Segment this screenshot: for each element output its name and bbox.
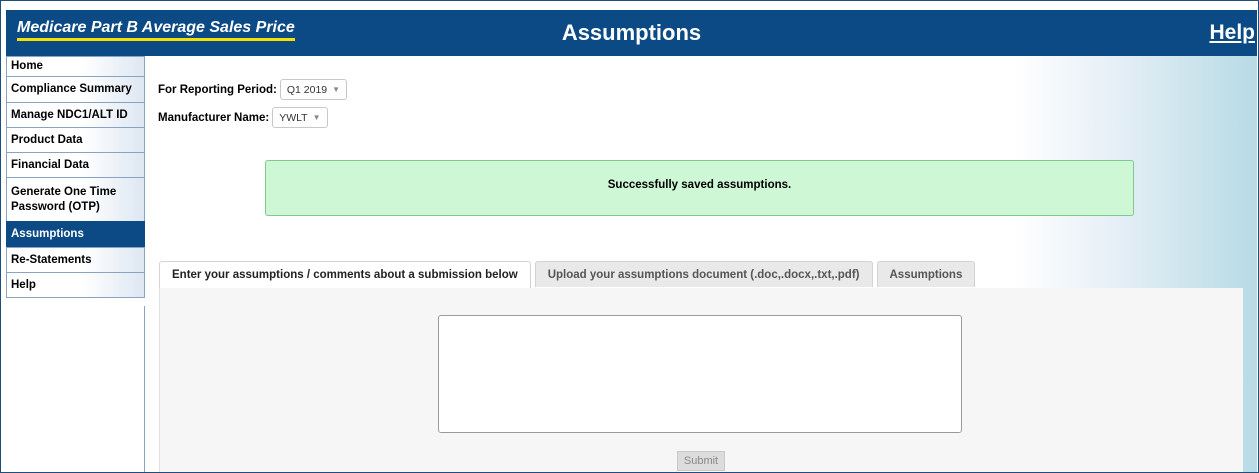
tab-enter-assumptions[interactable]: Enter your assumptions / comments about … xyxy=(159,261,531,288)
sidebar-background xyxy=(6,306,145,472)
page-title: Assumptions xyxy=(561,20,702,45)
reporting-period-select[interactable]: Q1 2019 ▼ xyxy=(279,79,348,100)
reporting-period-label: For Reporting Period: xyxy=(158,83,277,96)
sidebar-item-financial-data[interactable]: Financial Data xyxy=(6,152,145,178)
tab-assumptions[interactable]: Assumptions xyxy=(876,261,976,287)
sidebar-item-home[interactable]: Home xyxy=(6,56,145,77)
chevron-down-icon: ▼ xyxy=(332,85,341,94)
sidebar-item-help[interactable]: Help xyxy=(6,272,145,298)
assumptions-textarea[interactable] xyxy=(438,315,962,433)
submit-button[interactable]: Submit xyxy=(677,451,725,471)
sidebar-item-assumptions[interactable]: Assumptions xyxy=(6,221,145,248)
main-content: For Reporting Period: Q1 2019 ▼ Manufact… xyxy=(146,56,1257,472)
manufacturer-select[interactable]: YWLT ▼ xyxy=(272,107,328,128)
sidebar-nav: Home Compliance Summary Manage NDC1/ALT … xyxy=(6,56,145,298)
tab-upload-document[interactable]: Upload your assumptions document (.doc,.… xyxy=(534,261,873,287)
success-message: Successfully saved assumptions. xyxy=(607,179,792,191)
sidebar-item-product-data[interactable]: Product Data xyxy=(6,127,145,153)
success-alert: Successfully saved assumptions. xyxy=(265,160,1134,216)
app-header: Medicare Part B Average Sales Price Assu… xyxy=(6,10,1257,56)
sidebar-item-generate-otp[interactable]: Generate One Time Password (OTP) xyxy=(6,177,145,222)
chevron-down-icon: ▼ xyxy=(312,113,321,122)
tab-panel: Submit xyxy=(159,288,1243,472)
manufacturer-row: Manufacturer Name: YWLT ▼ xyxy=(158,107,328,128)
manufacturer-value: YWLT xyxy=(279,111,308,124)
sidebar-item-re-statements[interactable]: Re-Statements xyxy=(6,247,145,273)
help-link[interactable]: Help xyxy=(1209,20,1255,46)
reporting-period-value: Q1 2019 xyxy=(286,83,328,96)
reporting-period-row: For Reporting Period: Q1 2019 ▼ xyxy=(158,79,348,100)
assumption-tabs: Enter your assumptions / comments about … xyxy=(159,261,976,288)
manufacturer-label: Manufacturer Name: xyxy=(158,111,270,124)
sidebar-item-manage-ndc[interactable]: Manage NDC1/ALT ID xyxy=(6,102,145,128)
sidebar-item-compliance-summary[interactable]: Compliance Summary xyxy=(6,76,145,103)
